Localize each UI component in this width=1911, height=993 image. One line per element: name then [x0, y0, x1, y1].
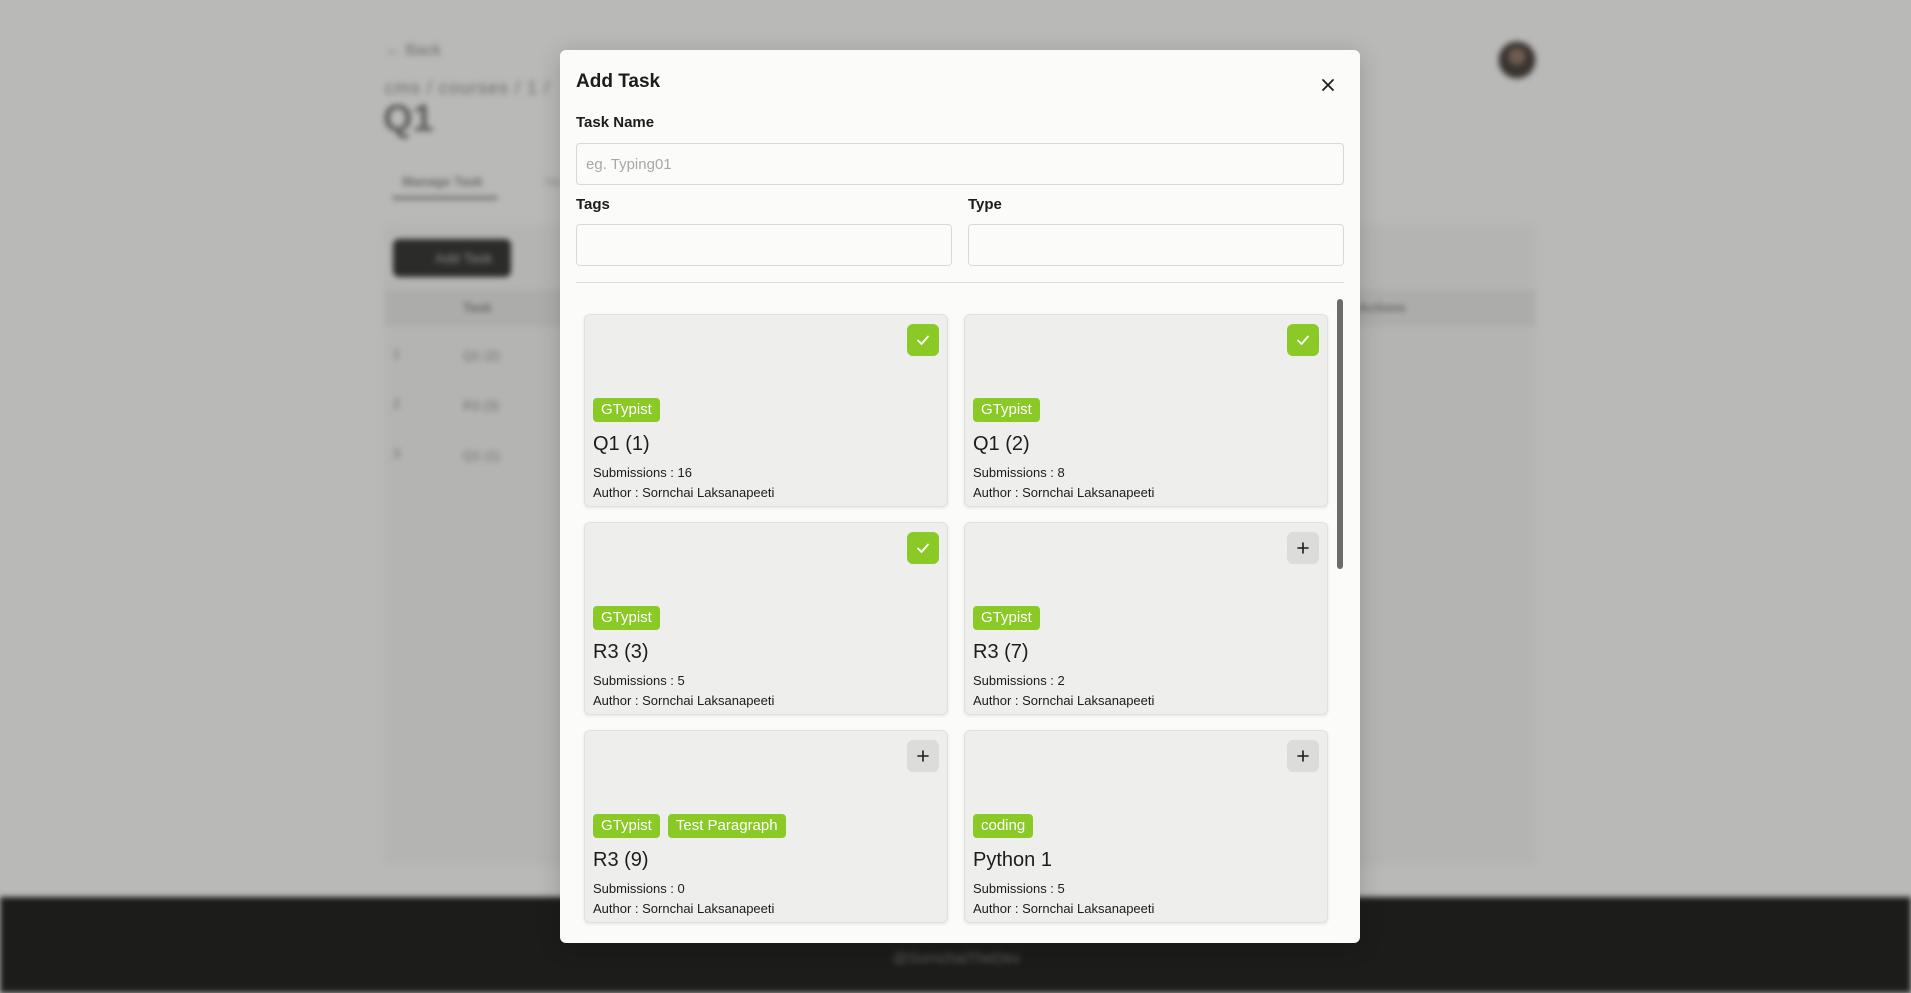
table-row-name: R3 (3) [463, 398, 500, 413]
task-title: Q1 (1) [593, 433, 650, 455]
task-card[interactable]: GTypist R3 (3) Submissions : 5 Author : Sor… [584, 522, 948, 715]
task-title: R3 (9) [593, 849, 649, 871]
task-card[interactable]: coding Python 1 Submissions : 5 Author : So… [964, 730, 1328, 923]
check-icon [917, 543, 929, 553]
divider [576, 282, 1344, 283]
table-row-index: 2 [393, 396, 401, 411]
table-row-index: 3 [393, 446, 401, 461]
task-submissions: Submissions : 5 [973, 881, 1065, 896]
tags-input[interactable] [576, 224, 952, 266]
tag-list: coding [973, 814, 1034, 838]
table-row-index: 1 [393, 346, 401, 361]
task-title: Python 1 [973, 849, 1052, 871]
task-name-label: Task Name [576, 114, 655, 131]
add-task-button[interactable] [907, 740, 939, 772]
task-card[interactable]: GTypist Test Paragraph R3 (9) Submissions :… [584, 730, 948, 923]
table-header-task: Task [463, 300, 492, 315]
task-list[interactable]: GTypist Q1 (1) Submissions : 16 Author : So… [576, 298, 1352, 926]
task-card[interactable]: GTypist R3 (7) Submissions : 2 Author : Sor… [964, 522, 1328, 715]
tab-manage-task[interactable]: Manage Task [402, 174, 483, 189]
task-author: Author : Sornchai Laksanapeeti [593, 485, 775, 500]
selected-toggle-button[interactable] [1287, 324, 1319, 356]
task-author: Author : Sornchai Laksanapeeti [973, 901, 1155, 916]
footer-text: @SornchaiTheDev [893, 950, 1020, 967]
task-submissions: Submissions : 2 [973, 673, 1065, 688]
check-icon [917, 335, 929, 345]
tag-list: GTypist [593, 606, 660, 630]
task-author: Author : Sornchai Laksanapeeti [593, 693, 775, 708]
tag-list: GTypist [973, 606, 1040, 630]
task-submissions: Submissions : 8 [973, 465, 1065, 480]
type-input[interactable] [968, 224, 1344, 266]
tag-list: GTypist [593, 398, 660, 422]
task-card[interactable]: GTypist Q1 (2) Submissions : 8 Author : Sor… [964, 314, 1328, 507]
plus-icon [1297, 750, 1309, 762]
tag-badge: GTypist [593, 606, 660, 630]
tag-badge: GTypist [593, 398, 660, 422]
modal-title: Add Task [576, 71, 661, 92]
tag-badge: GTypist [973, 398, 1040, 422]
tag-list: GTypist [973, 398, 1040, 422]
task-name-input[interactable] [576, 143, 1344, 185]
close-icon [1322, 79, 1334, 91]
tags-label: Tags [576, 196, 610, 213]
tag-badge: GTypist [593, 814, 660, 838]
scrollbar-thumb[interactable] [1337, 299, 1343, 569]
add-task-button[interactable]: Add Task [393, 239, 511, 277]
breadcrumb: cms / courses / 1 / [385, 78, 551, 98]
tab-underline [392, 196, 498, 200]
task-title: R3 (3) [593, 641, 649, 663]
task-submissions: Submissions : 16 [593, 465, 692, 480]
task-author: Author : Sornchai Laksanapeeti [973, 485, 1155, 500]
tag-list: GTypist Test Paragraph [593, 814, 786, 838]
avatar[interactable] [1497, 40, 1537, 80]
page-title: Q1 [383, 98, 434, 140]
selected-toggle-button[interactable] [907, 532, 939, 564]
tag-badge: Test Paragraph [667, 814, 786, 838]
add-task-button[interactable] [1287, 740, 1319, 772]
selected-toggle-button[interactable] [907, 324, 939, 356]
task-submissions: Submissions : 0 [593, 881, 685, 896]
table-header-actions: Actions [1358, 300, 1406, 315]
back-link[interactable]: ← Back [385, 42, 441, 60]
task-title: R3 (7) [973, 641, 1029, 663]
task-card[interactable]: GTypist Q1 (1) Submissions : 16 Author : So… [584, 314, 948, 507]
task-author: Author : Sornchai Laksanapeeti [593, 901, 775, 916]
add-task-modal: Add Task Task Name Tags Type GTypist Q1 (… [560, 50, 1360, 943]
task-submissions: Submissions : 5 [593, 673, 685, 688]
plus-icon [917, 750, 929, 762]
check-icon [1297, 335, 1309, 345]
table-row-name: Q1 (2) [463, 348, 500, 363]
task-author: Author : Sornchai Laksanapeeti [973, 693, 1155, 708]
plus-icon [1297, 542, 1309, 554]
tag-badge: coding [973, 814, 1034, 838]
type-label: Type [968, 196, 1002, 213]
close-button[interactable] [1315, 72, 1341, 98]
table-row-name: Q1 (1) [463, 448, 500, 463]
tag-badge: GTypist [973, 606, 1040, 630]
task-title: Q1 (2) [973, 433, 1030, 455]
add-task-button[interactable] [1287, 532, 1319, 564]
